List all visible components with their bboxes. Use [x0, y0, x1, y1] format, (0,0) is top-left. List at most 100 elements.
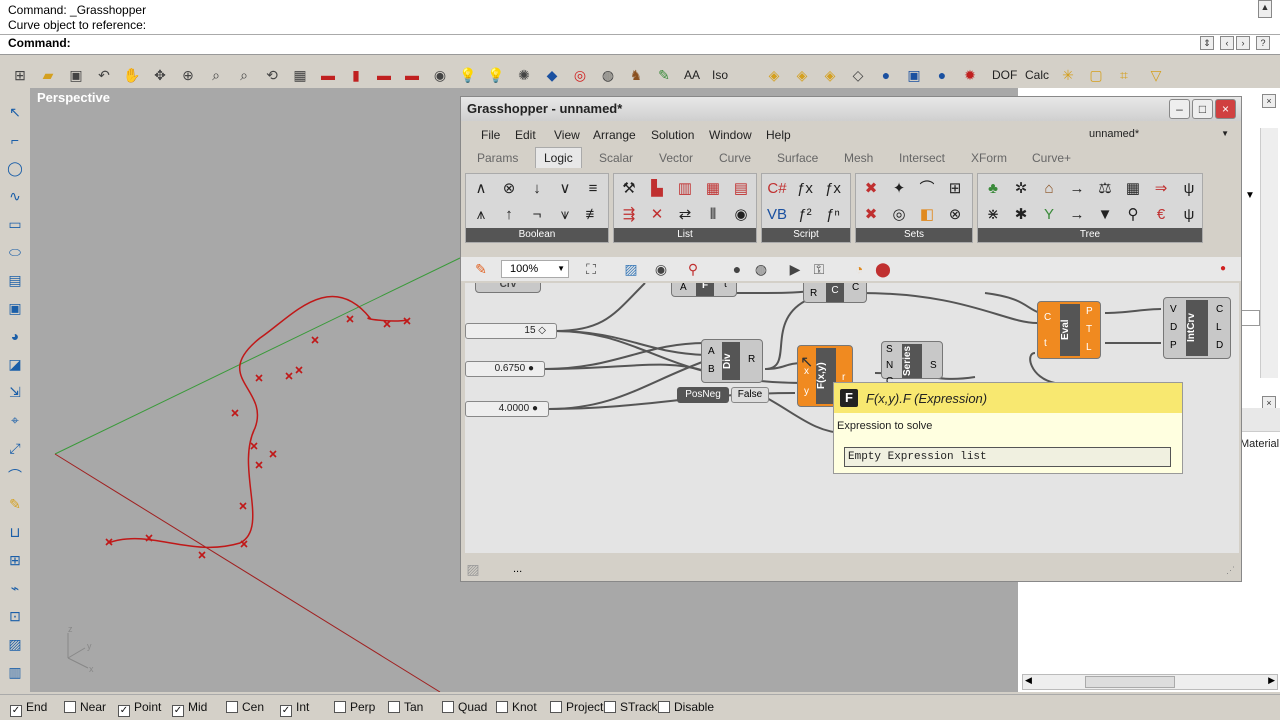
explode-tree-icon[interactable]: ⋇ [982, 204, 1004, 226]
checkbox-icon[interactable]: ✓ [118, 705, 130, 717]
tab-xform[interactable]: XForm [971, 151, 1007, 165]
osnap-quad[interactable]: Quad [442, 700, 487, 714]
random-icon[interactable]: ✦ [888, 178, 910, 200]
vb-icon[interactable]: VB [766, 204, 788, 226]
osnap-near[interactable]: Near [64, 700, 106, 714]
sets-group-label[interactable]: Sets [856, 228, 972, 242]
shade-icon[interactable]: ◉ [430, 65, 450, 85]
environment-icon[interactable]: ◍ [598, 65, 618, 85]
pin-icon[interactable]: ⚲ [683, 259, 703, 279]
zoom-fit-icon[interactable]: ⛶ [581, 259, 601, 279]
tag3-icon[interactable]: ◈ [820, 65, 840, 85]
merge-icon[interactable]: ✱ [1010, 204, 1032, 226]
boolean-group-label[interactable]: Boolean [466, 228, 608, 242]
tag-icon[interactable]: ◈ [764, 65, 784, 85]
open-folder-icon[interactable]: ▰ [38, 65, 58, 85]
zoom-selected-icon[interactable]: ⌕ [234, 65, 254, 85]
checkbox-icon[interactable] [604, 701, 616, 713]
tree-icon[interactable]: ♣ [982, 178, 1004, 200]
frame-icon[interactable]: ▢ [1086, 65, 1106, 85]
sort-list-icon[interactable]: ▤ [730, 178, 752, 200]
weave-icon[interactable]: ⇶ [618, 204, 640, 226]
arrow2-icon[interactable]: → [1066, 204, 1088, 226]
checkbox-icon[interactable] [388, 701, 400, 713]
cull-icon[interactable]: ✕ [646, 204, 668, 226]
eval-curve-component[interactable]: C t Eval P T L [1037, 301, 1101, 359]
cancel-solve-icon[interactable]: ⬤ [873, 259, 893, 279]
shift-list-icon[interactable]: ▦ [702, 178, 724, 200]
function-n-icon[interactable]: ƒⁿ [822, 204, 844, 226]
not-icon[interactable]: ↓ [526, 178, 548, 200]
checkbox-icon[interactable]: ✓ [280, 705, 292, 717]
flatten-icon[interactable]: ✲ [1010, 178, 1032, 200]
panel-dropdown-icon[interactable]: ▼ [1240, 186, 1260, 206]
split-icon[interactable]: ⤢ [5, 438, 25, 458]
osnap-end[interactable]: ✓ End [10, 700, 47, 717]
tab-params[interactable]: Params [477, 151, 518, 165]
new-file-icon[interactable]: ⊞ [10, 65, 30, 85]
interpolate-curve-component[interactable]: V D P IntCrv C L D [1163, 297, 1231, 359]
top-right-component[interactable]: R C C [803, 283, 867, 303]
checkbox-icon[interactable] [226, 701, 238, 713]
split-list-icon[interactable]: ⫴ [702, 204, 724, 226]
osnap-disable[interactable]: Disable [658, 700, 714, 714]
menu-solution[interactable]: Solution [651, 128, 694, 142]
render-icon[interactable]: ▣ [904, 65, 924, 85]
grid-icon[interactable]: ▦ [290, 65, 310, 85]
xor-icon[interactable]: ⊗ [498, 178, 520, 200]
osnap-cen[interactable]: Cen [226, 700, 264, 714]
csharp-icon[interactable]: C# [766, 178, 788, 200]
tree-more-icon[interactable]: ψ [1178, 204, 1200, 226]
checkbox-icon[interactable] [496, 701, 508, 713]
animal-icon[interactable]: ♞ [626, 65, 646, 85]
crop-icon[interactable]: ⌗ [1114, 65, 1134, 85]
sets-wave-icon[interactable]: ⌒ [916, 178, 938, 200]
more-tools-icon[interactable]: ▥ [5, 662, 25, 682]
sets-grid-icon[interactable]: ⊞ [944, 178, 966, 200]
arrow-right-icon[interactable]: → [1066, 178, 1088, 200]
rotate-view-icon[interactable]: ⟲ [262, 65, 282, 85]
edit-points-icon[interactable]: ⌖ [5, 410, 25, 430]
checkbox-icon[interactable]: ✓ [172, 705, 184, 717]
sets-cross-icon[interactable]: ✖ [860, 204, 882, 226]
list-group-label[interactable]: List [614, 228, 756, 242]
command-back-icon[interactable]: ‹ [1220, 36, 1234, 50]
filter-icon[interactable]: ▽ [1146, 65, 1166, 85]
menu-edit[interactable]: Edit [515, 128, 536, 142]
menu-help[interactable]: Help [766, 128, 791, 142]
zoom-extents-icon[interactable]: ⌕ [206, 65, 226, 85]
sphere-preview-icon[interactable]: ● [727, 259, 747, 279]
material-icon[interactable]: ◆ [542, 65, 562, 85]
preview-eye-icon[interactable]: ◉ [651, 259, 671, 279]
division-component[interactable]: A B Div R [701, 339, 763, 383]
cylinder-icon[interactable]: ▮ [346, 65, 366, 85]
nor-icon[interactable]: ⩛ [554, 204, 576, 226]
prune-icon[interactable]: € [1150, 204, 1172, 226]
aa-button[interactable]: AA [684, 68, 700, 82]
lock-icon[interactable]: ⚿ [809, 259, 829, 279]
horizontal-scrollbar[interactable]: ◀ ▶ [1022, 674, 1278, 690]
checkbox-icon[interactable] [442, 701, 454, 713]
tab-vector[interactable]: Vector [659, 151, 693, 165]
osnap-tan[interactable]: Tan [388, 700, 423, 714]
panel-field[interactable] [1240, 310, 1260, 326]
series-component[interactable]: S N C Series S [881, 341, 943, 387]
circle-icon[interactable]: ◯ [5, 158, 25, 178]
analyze-icon[interactable]: ⊡ [5, 606, 25, 626]
list-item-icon[interactable]: ▙ [646, 178, 668, 200]
tab-curveplus[interactable]: Curve+ [1032, 151, 1071, 165]
move-icon[interactable]: ✥ [150, 65, 170, 85]
script-group-label[interactable]: Script [762, 228, 850, 242]
pencil-icon[interactable]: ✎ [5, 494, 25, 514]
lights-icon[interactable]: ✺ [514, 65, 534, 85]
menu-file[interactable]: File [481, 128, 500, 142]
pan-hand-icon[interactable]: ✋ [122, 65, 142, 85]
paper-icon[interactable]: ◇ [848, 65, 868, 85]
ellipse-icon[interactable]: ⬭ [5, 242, 25, 262]
command-forward-icon[interactable]: › [1236, 36, 1250, 50]
checkbox-icon[interactable]: ✓ [10, 705, 22, 717]
list-length-icon[interactable]: ▥ [674, 178, 696, 200]
tab-curve[interactable]: Curve [719, 151, 751, 165]
nand-icon[interactable]: ⩚ [470, 204, 492, 226]
osnap-point[interactable]: ✓ Point [118, 700, 161, 717]
